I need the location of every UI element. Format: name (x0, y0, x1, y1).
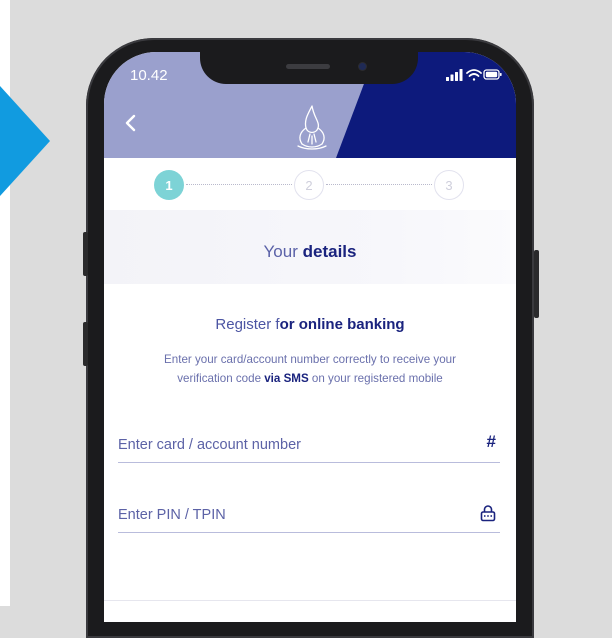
app-screen: 10.42 1 2 3 Your details Register for on… (104, 52, 516, 622)
battery-icon (483, 69, 502, 80)
logo-icon (297, 105, 327, 150)
phone-side-button (83, 232, 88, 276)
camera (359, 63, 366, 70)
step-2: 2 (294, 170, 324, 200)
status-time: 10.42 (130, 67, 168, 84)
pin-field (118, 502, 500, 533)
step-1: 1 (154, 170, 184, 200)
signal-icon (446, 69, 463, 81)
register-description: Enter your card/account number correctly… (138, 350, 482, 388)
progress-stepper: 1 2 3 (104, 158, 516, 210)
card-number-input[interactable] (118, 432, 458, 458)
back-chevron-icon[interactable] (120, 110, 144, 136)
lock-icon[interactable] (480, 504, 496, 522)
register-title-bold: or online banking (279, 316, 405, 333)
speaker (286, 64, 330, 69)
step-connector (186, 184, 292, 185)
section-title: Your details (104, 242, 516, 262)
card-number-field: # (118, 432, 500, 463)
bottom-divider (104, 600, 516, 601)
step-connector (326, 184, 432, 185)
phone-power-button (534, 250, 539, 318)
register-title: Register for online banking (104, 316, 516, 333)
register-title-light: Register f (215, 316, 280, 333)
section-title-light: Your (263, 242, 303, 261)
status-icons (446, 69, 502, 81)
pin-input[interactable] (118, 502, 458, 528)
desc-part-2: on your registered mobile (308, 372, 443, 385)
phone-side-button (83, 322, 88, 366)
desc-bold: via SMS (264, 372, 309, 385)
phone-notch (200, 52, 418, 84)
section-title-bold: details (302, 242, 357, 261)
hash-icon: # (486, 432, 496, 451)
step-3: 3 (434, 170, 464, 200)
play-arrow-icon (0, 86, 50, 196)
wifi-icon (466, 69, 482, 81)
